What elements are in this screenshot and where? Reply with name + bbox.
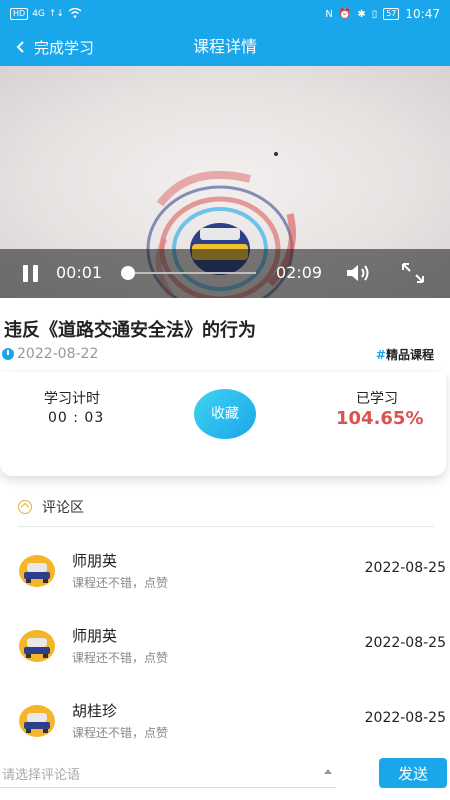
volume-icon[interactable]: [344, 261, 372, 285]
back-button[interactable]: 完成学习: [14, 28, 94, 66]
comment-author: 师朋英: [72, 627, 118, 645]
caret-up-icon: [324, 769, 332, 774]
nfc-icon: N: [325, 8, 333, 20]
comments-header-label: 评论区: [42, 500, 84, 516]
favorite-button[interactable]: 收藏: [194, 389, 256, 439]
pause-bar: [33, 265, 38, 282]
wifi-icon: [68, 7, 82, 21]
avatar-car-icon: [19, 630, 55, 662]
pause-bar: [23, 265, 28, 282]
video-player[interactable]: 00:01 02:09: [0, 66, 450, 298]
avatar-car-icon: [19, 705, 55, 737]
timer-label: 学习计时: [44, 391, 100, 407]
comment-date: 2022-08-25: [364, 710, 446, 726]
comment-text: 课程还不错，点赞: [72, 651, 169, 665]
comments-header: 评论区: [18, 497, 84, 517]
course-tag: #精品课程: [376, 346, 434, 363]
vibrate-icon: ▯: [371, 8, 378, 20]
course-meta: 2022-08-22 #精品课程: [2, 344, 448, 364]
app-bar: 完成学习 课程详情: [0, 28, 450, 66]
comment-phrase-select[interactable]: 请选择评论语: [0, 758, 336, 788]
bluetooth-icon: ✱: [357, 8, 366, 20]
comment-date: 2022-08-25: [364, 560, 446, 576]
progress-knob[interactable]: [121, 266, 135, 280]
comment-text: 课程还不错，点赞: [72, 576, 169, 590]
alarm-icon: ⏰: [338, 8, 352, 20]
avatar-car-icon: [19, 555, 55, 587]
learned-label: 已学习: [356, 391, 398, 407]
comment-author: 师朋英: [72, 552, 118, 570]
signal-icon: 4G: [32, 9, 45, 19]
course-tag-label: 精品课程: [385, 347, 434, 362]
status-right: N ⏰ ✱ ▯ 57 10:47: [325, 7, 440, 21]
hash-icon: #: [375, 347, 386, 362]
battery-icon: 57: [383, 8, 400, 20]
total-time: 02:09: [276, 263, 323, 282]
video-controls: 00:01 02:09: [0, 249, 450, 298]
study-stats-card: 学习计时 00 : 03 收藏 已学习 104.65%: [0, 372, 446, 476]
divider: [18, 526, 434, 527]
hd-badge: HD: [10, 8, 29, 20]
chevron-left-icon: [16, 41, 24, 53]
compass-icon: [18, 500, 32, 514]
course-title: 违反《道路交通安全法》的行为: [4, 320, 256, 341]
back-label: 完成学习: [34, 38, 95, 57]
status-left: HD 4G ↑↓: [10, 7, 82, 21]
comment-text: 课程还不错，点赞: [72, 726, 169, 740]
comment-item: 师朋英 课程还不错，点赞 2022-08-25: [0, 625, 450, 695]
data-arrows-icon: ↑↓: [48, 9, 64, 19]
progress-track[interactable]: [121, 266, 256, 280]
timer-value: 00 : 03: [48, 410, 105, 426]
clock-icon: [2, 348, 14, 360]
comment-author: 胡桂珍: [72, 702, 118, 720]
learned-percent: 104.65%: [336, 408, 424, 429]
status-bar: HD 4G ↑↓ N ⏰ ✱ ▯ 57 10:47: [0, 0, 450, 28]
select-placeholder: 请选择评论语: [2, 768, 81, 783]
status-time: 10:47: [405, 7, 440, 21]
current-time: 00:01: [56, 263, 103, 282]
comment-composer: 请选择评论语 发送: [0, 748, 450, 800]
comment-item: 师朋英 课程还不错，点赞 2022-08-25: [0, 550, 450, 620]
comment-date: 2022-08-25: [364, 635, 446, 651]
pause-button[interactable]: [20, 263, 42, 285]
fullscreen-icon[interactable]: [400, 261, 426, 285]
send-button[interactable]: 发送: [379, 758, 447, 788]
course-date: 2022-08-22: [17, 346, 99, 362]
